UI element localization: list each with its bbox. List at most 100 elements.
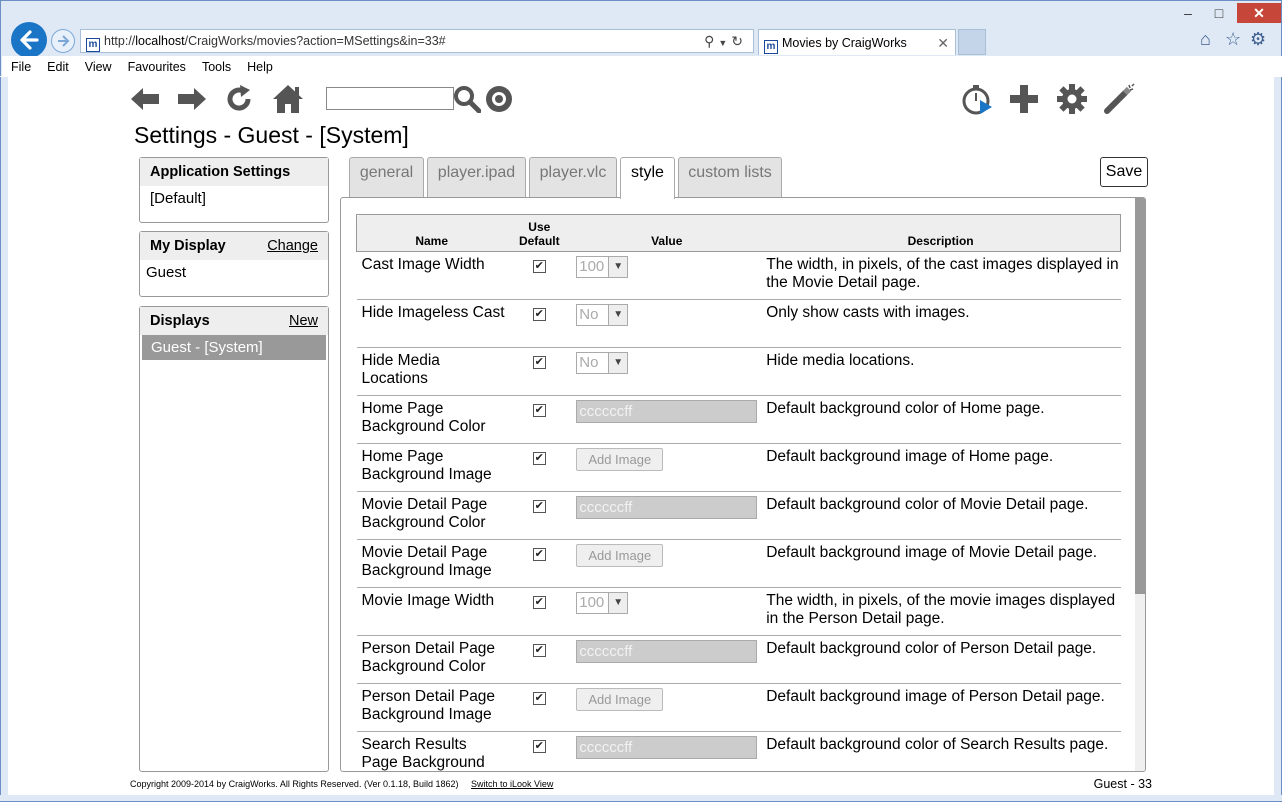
menu-file[interactable]: File	[11, 60, 31, 74]
home-icon[interactable]: ⌂	[1200, 29, 1211, 50]
value-select[interactable]: 100 ▼	[576, 592, 629, 614]
use-default-checkbox[interactable]: ✔	[532, 356, 546, 369]
use-default-checkbox[interactable]: ✔	[532, 740, 546, 753]
change-display-link[interactable]: Change	[267, 232, 318, 260]
use-default-checkbox[interactable]: ✔	[532, 452, 546, 465]
settings-table: Name Use Default Value Description Cast I…	[356, 214, 1122, 771]
setting-name: Home Page Background Color	[356, 395, 507, 444]
app-home-icon[interactable]	[271, 84, 305, 114]
new-tab-button[interactable]	[958, 29, 986, 55]
search-icon[interactable]: ⚲	[704, 33, 718, 49]
window-close-icon[interactable]: ✕	[1237, 3, 1281, 23]
add-image-button[interactable]: Add Image	[576, 544, 664, 567]
site-favicon-icon: m	[86, 38, 100, 52]
back-icon[interactable]	[11, 22, 47, 58]
menu-view[interactable]: View	[85, 60, 112, 74]
use-default-checkbox[interactable]: ✔	[532, 404, 546, 417]
application-settings-default-item[interactable]: [Default]	[140, 186, 328, 207]
window-frame-right	[1274, 77, 1282, 802]
value-select[interactable]: No ▼	[576, 352, 629, 374]
tools-gear-icon[interactable]: ⚙	[1250, 29, 1266, 50]
setting-description: Hide media locations.	[761, 347, 1121, 396]
color-input[interactable]: ccccccff	[576, 736, 758, 759]
setting-description: Default background color of Search Resul…	[761, 731, 1121, 771]
setting-description: Default background color of Person Detai…	[761, 635, 1121, 684]
select-value: 100	[579, 258, 605, 275]
value-select[interactable]: 100 ▼	[576, 256, 629, 278]
setting-description: Default background image of Home page.	[761, 443, 1121, 492]
maximize-icon[interactable]: □	[1204, 3, 1234, 23]
switch-view-link[interactable]: Switch to iLook View	[471, 779, 553, 789]
setting-name: Person Detail Page Background Image	[356, 683, 507, 732]
use-default-checkbox[interactable]: ✔	[532, 500, 546, 513]
tab-close-icon[interactable]: ✕	[937, 30, 949, 56]
select-value: No	[579, 354, 599, 371]
menu-bar: File Edit View Favourites Tools Help	[2, 56, 1282, 78]
add-icon[interactable]	[1007, 84, 1041, 114]
refresh-icon[interactable]: ↻	[731, 33, 747, 49]
menu-edit[interactable]: Edit	[47, 60, 69, 74]
tab-custom-lists[interactable]: custom lists	[678, 157, 782, 198]
tab-player-ipad[interactable]: player.ipad	[427, 157, 526, 198]
displays-header: Displays New	[140, 307, 328, 335]
table-header-row: Name Use Default Value Description	[356, 214, 1122, 252]
app-forward-icon[interactable]	[175, 84, 209, 114]
settings-gear-icon[interactable]	[1055, 84, 1089, 114]
app-search-icon[interactable]	[452, 84, 482, 114]
new-display-link[interactable]: New	[289, 307, 318, 335]
setting-name: Movie Image Width	[356, 587, 507, 636]
display-item-selected[interactable]: Guest - [System]	[142, 335, 326, 360]
forward-icon[interactable]	[51, 29, 75, 53]
value-select[interactable]: No ▼	[576, 304, 629, 326]
table-row: Hide Imageless Cast ✔ No ▼ Only show cast…	[356, 299, 1121, 348]
use-default-checkbox[interactable]: ✔	[532, 260, 546, 273]
col-name-header: Name	[356, 214, 507, 252]
select-value: 100	[579, 594, 605, 611]
app-refresh-icon[interactable]	[222, 84, 256, 114]
favorites-star-icon[interactable]: ☆	[1225, 29, 1241, 50]
window-frame-left	[0, 77, 8, 802]
use-default-checkbox[interactable]: ✔	[532, 692, 546, 705]
col-description-header: Description	[761, 214, 1122, 252]
use-default-checkbox[interactable]: ✔	[532, 308, 546, 321]
browser-tab[interactable]: m Movies by CraigWorks ✕	[758, 29, 956, 55]
displays-panel: Displays New Guest - [System]	[139, 306, 329, 772]
my-display-value: Guest	[146, 264, 187, 281]
setting-description: Default background color of Home page.	[761, 395, 1121, 444]
app-back-icon[interactable]	[128, 84, 162, 114]
tab-style[interactable]: style	[620, 157, 675, 199]
setting-name: Search Results Page Background	[356, 731, 507, 771]
add-image-button[interactable]: Add Image	[576, 448, 664, 471]
tab-general[interactable]: general	[349, 157, 424, 198]
address-bar[interactable]: m http://localhost/CraigWorks/movies?acti…	[80, 29, 754, 53]
magic-wand-icon[interactable]	[1103, 83, 1137, 114]
save-button[interactable]: Save	[1100, 157, 1148, 187]
use-default-checkbox[interactable]: ✔	[532, 644, 546, 657]
color-input[interactable]: ccccccff	[576, 496, 758, 519]
tab-player-vlc[interactable]: player.vlc	[529, 157, 617, 198]
window-frame-bottom	[0, 795, 1282, 802]
table-row: Movie Detail Page Background Image ✔ Add…	[356, 539, 1121, 588]
menu-help[interactable]: Help	[247, 60, 273, 74]
app-search-input[interactable]	[326, 87, 454, 110]
dropdown-icon[interactable]: ▼	[718, 38, 731, 48]
color-input[interactable]: ccccccff	[576, 640, 758, 663]
timer-play-icon[interactable]	[960, 84, 994, 115]
select-value: No	[579, 306, 599, 323]
settings-content: Name Use Default Value Description Cast I…	[340, 197, 1146, 772]
setting-name: Home Page Background Image	[356, 443, 507, 492]
url-prefix: http://	[104, 34, 136, 48]
color-input[interactable]: ccccccff	[576, 400, 758, 423]
chevron-down-icon: ▼	[608, 353, 628, 373]
app-clear-search-icon[interactable]	[482, 84, 516, 114]
menu-favourites[interactable]: Favourites	[128, 60, 186, 74]
add-image-button[interactable]: Add Image	[576, 688, 664, 711]
chevron-down-icon: ▼	[608, 593, 628, 613]
tab-favicon-icon: m	[764, 40, 778, 54]
menu-tools[interactable]: Tools	[202, 60, 231, 74]
use-default-checkbox[interactable]: ✔	[532, 548, 546, 561]
use-default-checkbox[interactable]: ✔	[532, 596, 546, 609]
scrollbar-thumb[interactable]	[1135, 198, 1145, 594]
minimize-icon[interactable]: –	[1173, 3, 1203, 23]
table-row: Cast Image Width ✔ 100 ▼ The width, in pi…	[356, 251, 1121, 300]
